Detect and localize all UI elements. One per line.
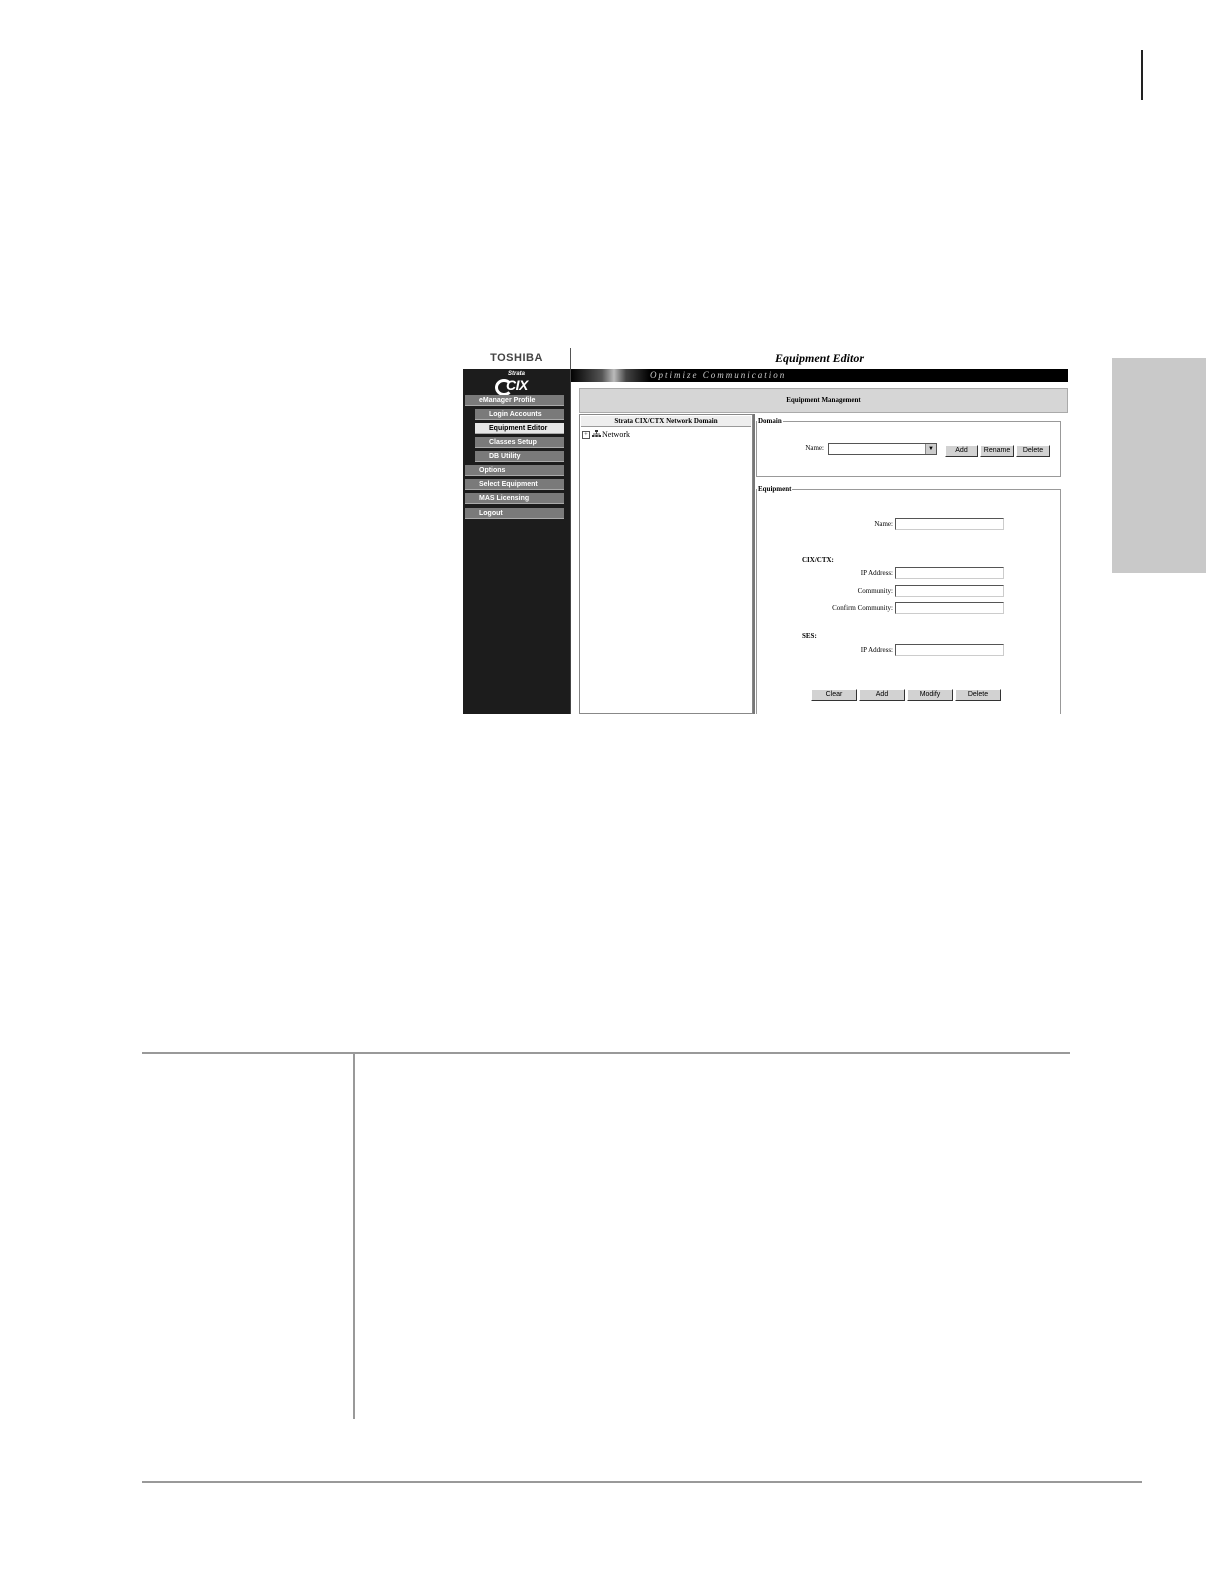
- sidebar-item-db-utility[interactable]: DB Utility: [475, 451, 564, 462]
- sidebar-item-login-accounts[interactable]: Login Accounts: [475, 409, 564, 420]
- ses-ip-label: IP Address:: [860, 646, 893, 654]
- sidebar-item-select-equipment[interactable]: Select Equipment: [465, 479, 564, 490]
- confirm-community-label: Confirm Community:: [832, 604, 893, 612]
- expand-icon[interactable]: +: [582, 431, 590, 439]
- sidebar-item-emanager-profile[interactable]: eManager Profile: [465, 395, 564, 406]
- cix-ip-label: IP Address:: [860, 569, 893, 577]
- cix-ctx-heading: CIX/CTX:: [802, 556, 834, 564]
- section-header: Equipment Management: [579, 388, 1068, 413]
- equipment-add-button[interactable]: Add: [859, 689, 905, 701]
- chevron-down-icon[interactable]: ▼: [925, 444, 936, 454]
- banner-tagline: Optimize Communication: [650, 370, 787, 380]
- clear-button[interactable]: Clear: [811, 689, 857, 701]
- brand-area: TOSHIBA: [463, 348, 570, 370]
- domain-add-button[interactable]: Add: [945, 445, 978, 457]
- domain-legend: Domain: [758, 417, 782, 425]
- confirm-community-field[interactable]: [895, 602, 1004, 614]
- equipment-delete-button[interactable]: Delete: [955, 689, 1001, 701]
- domain-delete-button[interactable]: Delete: [1016, 445, 1050, 457]
- equipment-editor-screenshot: TOSHIBA Equipment Editor Strata CIX eMan…: [463, 348, 1068, 714]
- ses-ip-address-field[interactable]: [895, 644, 1004, 656]
- tree-node-label: Network: [602, 430, 630, 439]
- horizontal-rule: [142, 1052, 1070, 1054]
- banner-gradient: [570, 369, 650, 382]
- domain-rename-button[interactable]: Rename: [980, 445, 1014, 457]
- brand-name: TOSHIBA: [490, 352, 543, 364]
- domain-name-select[interactable]: ▼: [828, 443, 937, 455]
- chapter-tab: [1112, 358, 1206, 573]
- page-title: Equipment Editor: [774, 351, 865, 365]
- vertical-rule: [353, 1053, 355, 1419]
- panel-separator: [753, 414, 755, 714]
- network-tree-panel: Strata CIX/CTX Network Domain + Network: [579, 414, 753, 714]
- footer-rule: [142, 1481, 1142, 1483]
- tree-header: Strata CIX/CTX Network Domain: [581, 416, 751, 427]
- sidebar-item-classes-setup[interactable]: Classes Setup: [475, 437, 564, 448]
- sidebar-item-logout[interactable]: Logout: [465, 508, 564, 519]
- ses-heading: SES:: [802, 632, 817, 640]
- logo-cix: CIX: [495, 377, 535, 396]
- content-separator: [570, 369, 571, 714]
- equipment-legend: Equipment: [758, 485, 792, 493]
- community-label: Community:: [857, 587, 893, 595]
- sidebar-item-equipment-editor[interactable]: Equipment Editor: [475, 423, 564, 434]
- page-corner-mark: [1141, 50, 1143, 100]
- sidebar-item-options[interactable]: Options: [465, 465, 564, 476]
- equipment-name-field[interactable]: [895, 518, 1004, 530]
- section-title: Equipment Management: [786, 396, 861, 404]
- modify-button[interactable]: Modify: [907, 689, 953, 701]
- community-field[interactable]: [895, 585, 1004, 597]
- banner: Optimize Communication: [570, 369, 1068, 382]
- sidebar-item-mas-licensing[interactable]: MAS Licensing: [465, 493, 564, 504]
- equipment-name-label: Name:: [874, 520, 893, 528]
- domain-name-label: Name:: [805, 444, 824, 452]
- network-icon: [592, 430, 601, 437]
- cix-ip-address-field[interactable]: [895, 567, 1004, 579]
- sidebar: Strata CIX eManager Profile Login Accoun…: [463, 369, 570, 714]
